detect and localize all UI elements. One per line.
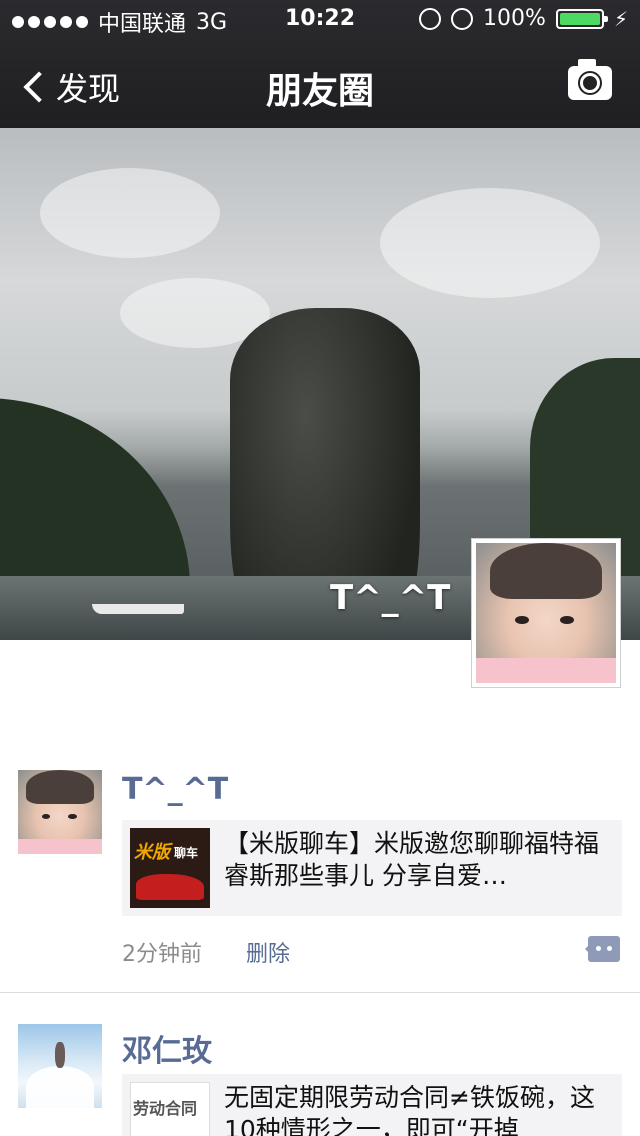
- post-username[interactable]: T^_^T: [122, 772, 228, 807]
- shared-link-thumbnail: 米版 聊车: [130, 828, 210, 908]
- camera-icon[interactable]: [568, 59, 612, 100]
- shared-link-card[interactable]: 米版 聊车 【米版聊车】米版邀您聊聊福特福睿斯那些事儿 分享自爱…: [122, 820, 622, 916]
- navigation-bar: 发现 朋友圈: [0, 40, 640, 128]
- boat: [92, 604, 184, 614]
- shared-link-thumbnail: 劳动合同: [130, 1082, 210, 1136]
- status-bar: 中国联通 3G 10:22 100% ⚡: [0, 0, 640, 40]
- shared-link-card[interactable]: 劳动合同 无固定期限劳动合同≠铁饭碗，这10种情形之一，即可“开掉: [122, 1074, 622, 1136]
- post-timestamp: 2分钟前: [122, 942, 202, 967]
- cliff-left: [0, 398, 190, 588]
- divider: [0, 992, 640, 993]
- profile-avatar[interactable]: [471, 538, 621, 688]
- post-username[interactable]: 邓仁玫: [122, 1026, 212, 1070]
- charging-icon: ⚡: [613, 6, 628, 31]
- page-title: 朋友圈: [265, 71, 374, 112]
- comment-icon[interactable]: [585, 936, 620, 962]
- shared-link-title: 无固定期限劳动合同≠铁饭碗，这10种情形之一，即可“开掉: [224, 1083, 595, 1136]
- avatar[interactable]: [18, 770, 102, 854]
- rotation-lock-icon: [419, 7, 442, 30]
- battery-icon: [555, 8, 608, 29]
- status-right: 100% ⚡: [419, 6, 628, 31]
- avatar[interactable]: [18, 1024, 102, 1108]
- alarm-icon: [451, 7, 474, 30]
- shared-link-title: 【米版聊车】米版邀您聊聊福特福睿斯那些事儿 分享自爱…: [224, 829, 600, 890]
- delete-button[interactable]: 删除: [246, 936, 290, 968]
- battery-percent: 100%: [483, 6, 546, 31]
- top-bar: 中国联通 3G 10:22 100% ⚡ 发现 朋友圈: [0, 0, 640, 128]
- cover-username: T^_^T: [330, 578, 451, 618]
